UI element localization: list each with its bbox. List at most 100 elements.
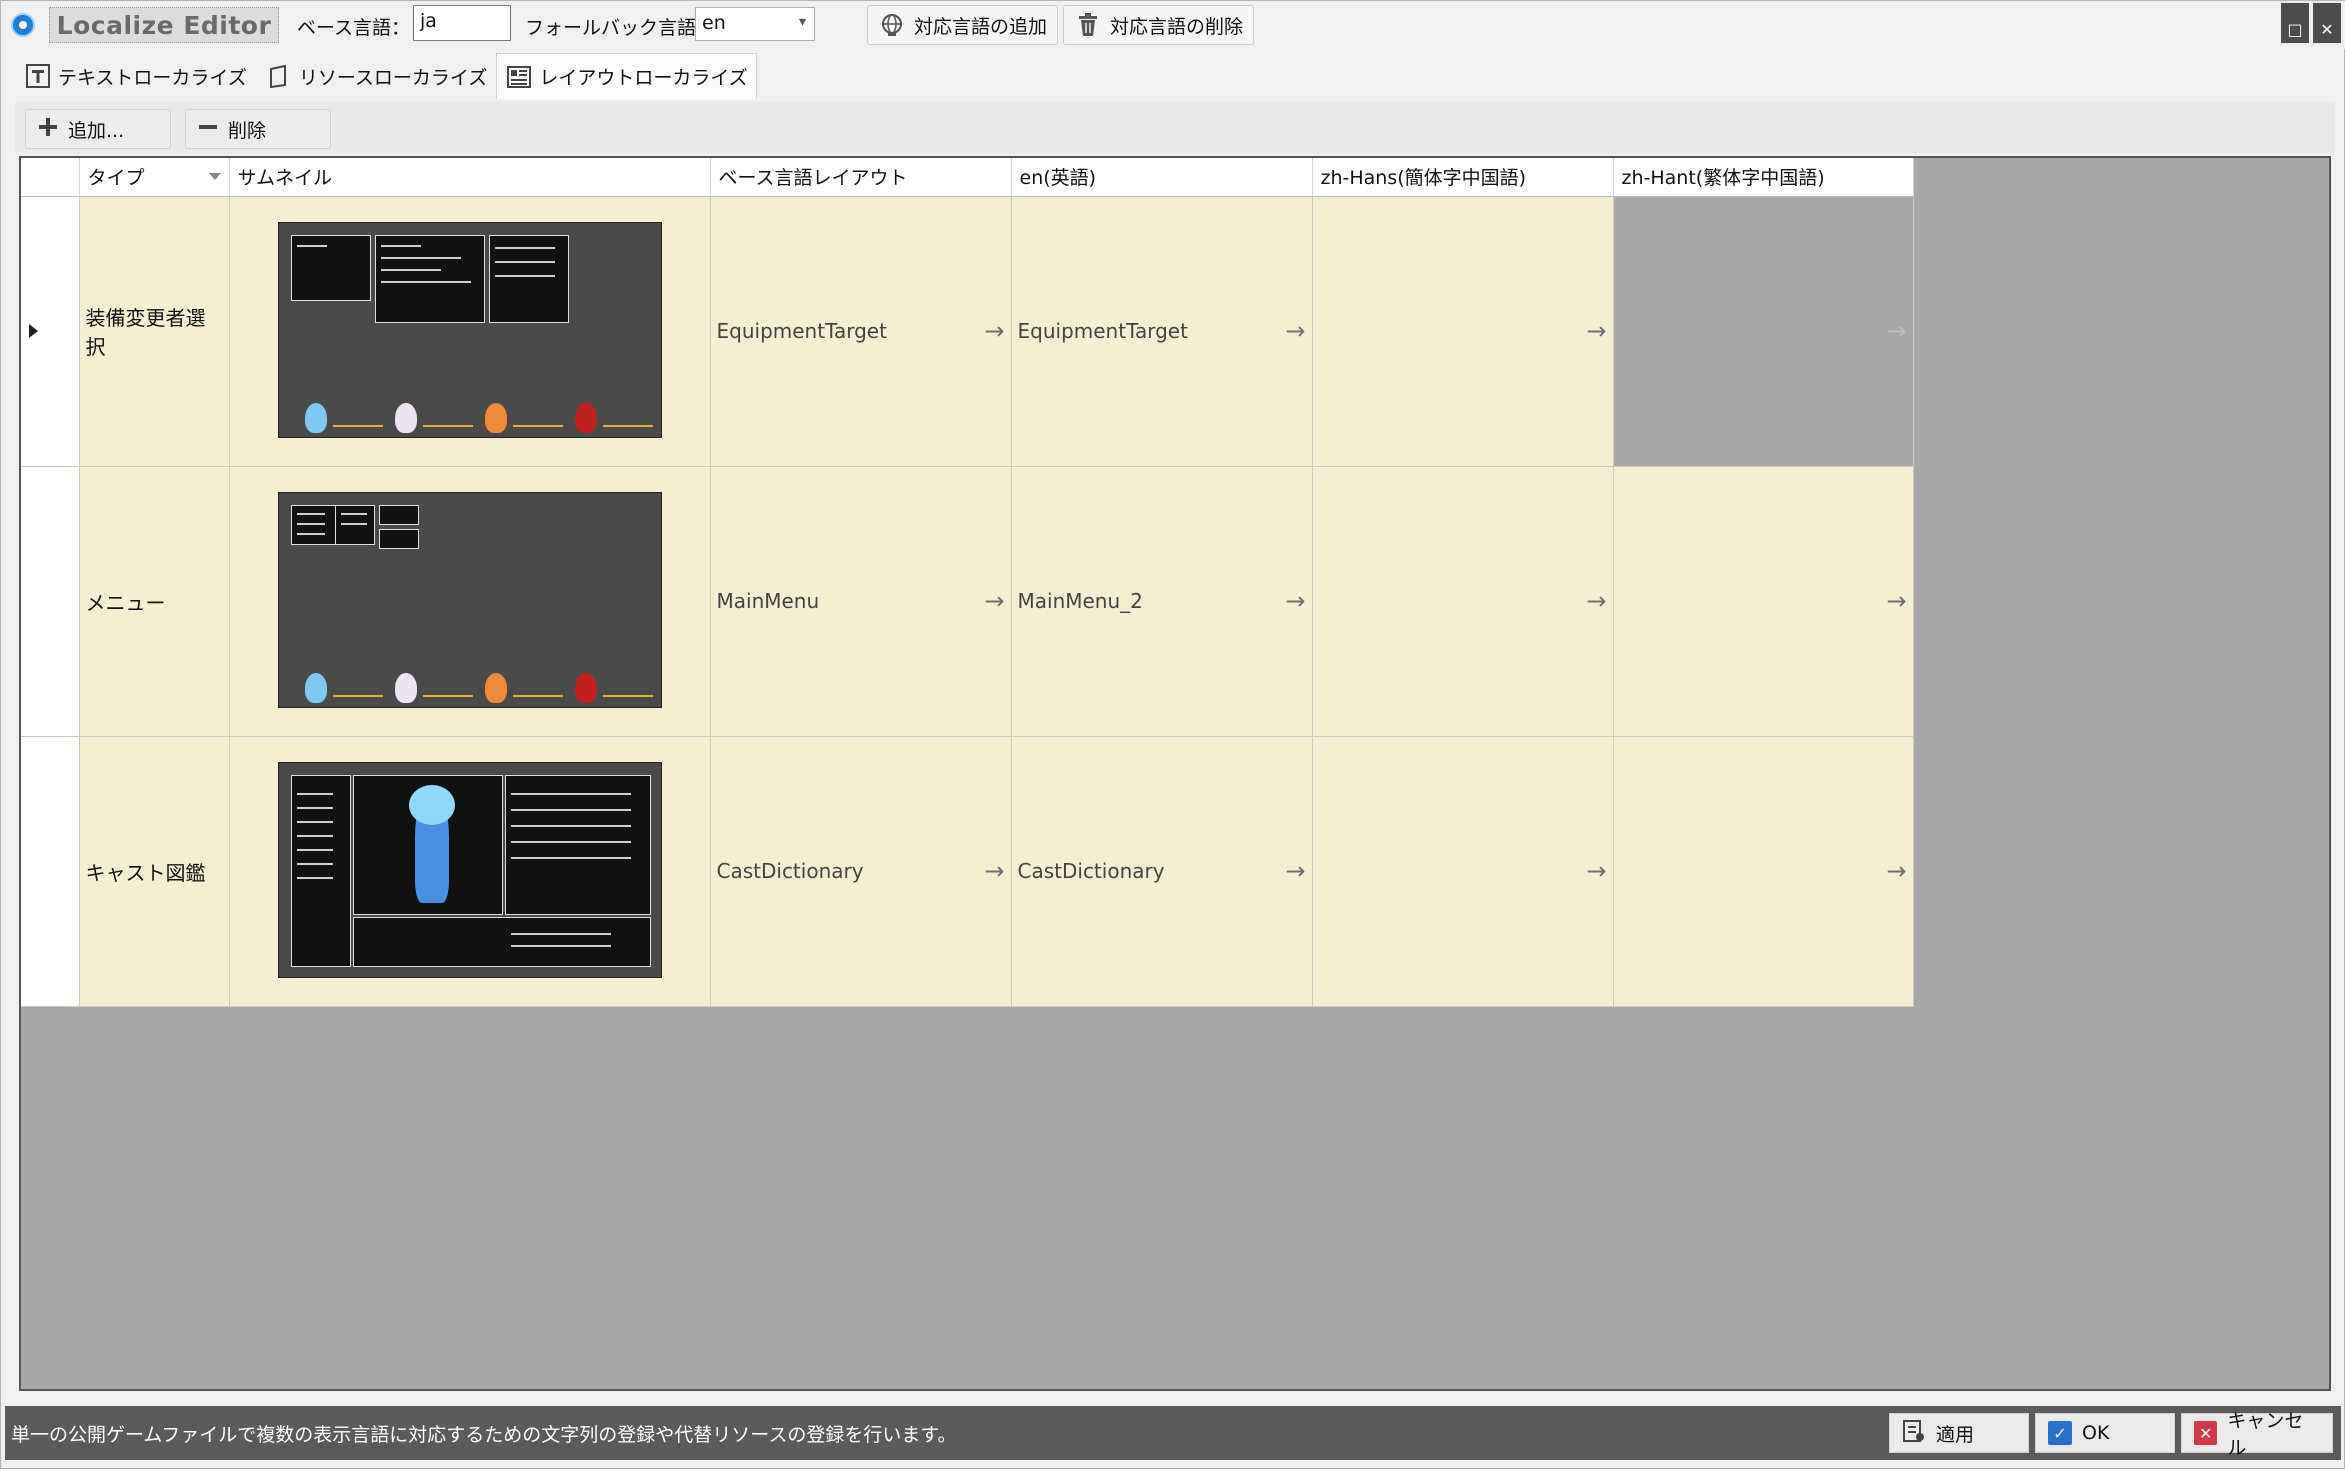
- thumb-line: [494, 274, 555, 277]
- thumb-panel: [378, 504, 419, 525]
- thumb-line: [296, 244, 327, 247]
- thumb-line: [296, 862, 333, 865]
- zh-hans-layout-cell[interactable]: →: [1312, 196, 1614, 467]
- close-icon: ✕: [2320, 20, 2334, 39]
- close-icon: ✕: [2194, 1421, 2218, 1445]
- type-cell[interactable]: 装備変更者選択: [79, 196, 230, 467]
- top-toolbar: Localize Editor ベース言語： ja フォールバック言語： en …: [1, 1, 2345, 49]
- base-language-input[interactable]: ja: [413, 5, 511, 41]
- column-header-en[interactable]: en(英語): [1011, 158, 1313, 197]
- fallback-language-select[interactable]: en ▾: [695, 7, 815, 41]
- base-layout-cell[interactable]: EquipmentTarget →: [710, 196, 1012, 467]
- arrow-right-icon[interactable]: →: [1886, 587, 1906, 615]
- app-title: Localize Editor: [49, 7, 279, 43]
- apply-label: 適用: [1936, 1423, 1975, 1446]
- en-layout-cell[interactable]: MainMenu_2 →: [1011, 466, 1313, 737]
- base-layout-cell[interactable]: MainMenu →: [710, 466, 1012, 737]
- delete-layout-button[interactable]: 削除: [185, 109, 331, 149]
- type-cell[interactable]: キャスト図鑑: [79, 736, 230, 1007]
- zh-hans-layout-cell[interactable]: →: [1312, 466, 1614, 737]
- character-thumb: [484, 402, 507, 433]
- thumbnail-cell[interactable]: [229, 196, 711, 467]
- arrow-right-icon[interactable]: →: [1886, 317, 1906, 345]
- add-language-button[interactable]: 対応言語の追加: [867, 5, 1059, 45]
- thumb-line: [296, 792, 333, 795]
- globe-icon: [878, 12, 906, 38]
- thumb-line: [510, 932, 611, 935]
- filter-dropdown-icon[interactable]: [208, 173, 221, 180]
- zh-hans-layout-cell[interactable]: →: [1312, 736, 1614, 1007]
- en-layout-value: MainMenu_2: [1017, 589, 1143, 613]
- thumb-line: [296, 806, 333, 809]
- arrow-right-icon[interactable]: →: [1285, 857, 1305, 885]
- apply-button[interactable]: 適用: [1889, 1413, 2029, 1453]
- table-row[interactable]: 装備変更者選択 EquipmentTarget → EquipmentTarge…: [21, 196, 1914, 467]
- row-header-corner: [21, 158, 80, 197]
- table-row[interactable]: メニュー MainMenu → MainMenu_2 → → →: [21, 466, 1914, 737]
- delete-layout-label: 削除: [228, 119, 267, 142]
- thumb-line: [296, 834, 333, 837]
- thumb-panel: [504, 774, 651, 915]
- en-layout-value: EquipmentTarget: [1017, 319, 1188, 343]
- column-header-zh-hans[interactable]: zh-Hans(簡体字中国語): [1312, 158, 1614, 197]
- close-window-button[interactable]: ✕: [2313, 3, 2341, 43]
- character-thumb: [574, 672, 597, 703]
- column-header-thumbnail[interactable]: サムネイル: [229, 158, 711, 197]
- row-header[interactable]: [21, 466, 80, 737]
- character-portrait-head: [408, 784, 455, 825]
- character-thumb: [304, 672, 327, 703]
- thumbnail-cell[interactable]: [229, 736, 711, 1007]
- tab-layout-localize[interactable]: レイアウトローカライズ: [496, 53, 757, 99]
- arrow-right-icon[interactable]: →: [1586, 587, 1606, 615]
- character-thumb: [574, 402, 597, 433]
- zh-hant-layout-cell[interactable]: →: [1613, 736, 1914, 1007]
- tab-text-localize[interactable]: テキストローカライズ: [15, 53, 256, 99]
- add-layout-button[interactable]: 追加...: [25, 109, 171, 149]
- layout-toolbar: 追加... 削除: [15, 101, 2335, 153]
- table-row[interactable]: キャスト図鑑 CastDictionary → CastDictionary →…: [21, 736, 1914, 1007]
- thumbnail-main-menu: [277, 491, 662, 708]
- arrow-right-icon[interactable]: →: [984, 317, 1004, 345]
- ok-button[interactable]: ✓ OK: [2035, 1413, 2175, 1453]
- column-header-type[interactable]: タイプ: [79, 158, 230, 197]
- arrow-right-icon[interactable]: →: [1285, 587, 1305, 615]
- plus-icon: [38, 117, 58, 142]
- column-label: zh-Hans(簡体字中国語): [1320, 167, 1527, 190]
- thumb-panel: [334, 504, 375, 545]
- cancel-label: キャンセル: [2227, 1410, 2304, 1459]
- en-layout-cell[interactable]: CastDictionary →: [1011, 736, 1313, 1007]
- arrow-right-icon[interactable]: →: [1886, 857, 1906, 885]
- layout-grid: タイプ サムネイル ベース言語レイアウト en(英語) zh-Hans(簡体字中…: [19, 156, 2331, 1391]
- thumb-line: [510, 840, 631, 843]
- row-header[interactable]: [21, 736, 80, 1007]
- zh-hant-layout-cell[interactable]: →: [1613, 196, 1914, 467]
- thumbnail-cell[interactable]: [229, 466, 711, 737]
- zh-hant-layout-cell[interactable]: →: [1613, 466, 1914, 737]
- row-header[interactable]: [21, 196, 80, 467]
- cancel-button[interactable]: ✕ キャンセル: [2181, 1410, 2333, 1459]
- maximize-button[interactable]: □: [2281, 3, 2309, 43]
- base-layout-cell[interactable]: CastDictionary →: [710, 736, 1012, 1007]
- arrow-right-icon[interactable]: →: [1285, 317, 1305, 345]
- type-cell[interactable]: メニュー: [79, 466, 230, 737]
- tab-label: レイアウトローカライズ: [539, 67, 748, 89]
- arrow-right-icon[interactable]: →: [1586, 317, 1606, 345]
- thumb-line: [340, 512, 367, 515]
- thumb-panel: [352, 916, 651, 967]
- layout-table: タイプ サムネイル ベース言語レイアウト en(英語) zh-Hans(簡体字中…: [21, 158, 1914, 1007]
- arrow-right-icon[interactable]: →: [984, 587, 1004, 615]
- arrow-right-icon[interactable]: →: [984, 857, 1004, 885]
- tab-resource-localize[interactable]: リソースローカライズ: [256, 53, 496, 99]
- type-value: キャスト図鑑: [85, 860, 206, 885]
- remove-language-button[interactable]: 対応言語の削除: [1063, 5, 1255, 45]
- thumb-line: [296, 522, 325, 525]
- base-layout-value: EquipmentTarget: [716, 319, 887, 343]
- layout-icon: [505, 64, 533, 90]
- column-header-base-layout[interactable]: ベース言語レイアウト: [710, 158, 1012, 197]
- en-layout-cell[interactable]: EquipmentTarget →: [1011, 196, 1313, 467]
- thumb-gauge: [422, 424, 473, 427]
- thumb-gauge: [422, 694, 473, 697]
- arrow-right-icon[interactable]: →: [1586, 857, 1606, 885]
- column-header-zh-hant[interactable]: zh-Hant(繁体字中国語): [1613, 158, 1914, 197]
- thumb-gauge: [332, 424, 383, 427]
